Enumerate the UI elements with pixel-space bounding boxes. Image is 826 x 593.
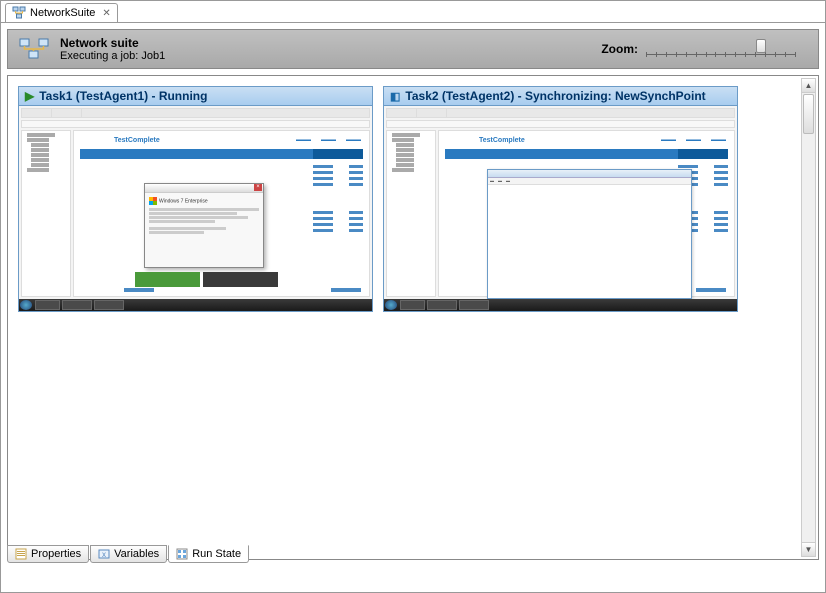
tab-label: Properties bbox=[31, 548, 81, 560]
thumbnail-dialog: × Windows 7 Enterprise bbox=[144, 183, 264, 268]
variables-icon: x bbox=[98, 548, 110, 560]
tab-label: Run State bbox=[192, 548, 241, 560]
networksuite-icon bbox=[12, 6, 26, 20]
tab-label: Variables bbox=[114, 548, 159, 560]
scroll-thumb[interactable] bbox=[803, 94, 814, 134]
bottom-tab-bar: Properties x Variables Run State bbox=[7, 545, 249, 563]
properties-icon bbox=[15, 548, 27, 560]
main-area: Network suite Executing a job: Job1 Zoom… bbox=[1, 23, 825, 563]
runstate-icon bbox=[176, 548, 188, 560]
task-title-text: Task1 (TestAgent1) - Running bbox=[39, 89, 207, 103]
content-area: ▶ Task1 (TestAgent1) - Running TestCompl… bbox=[7, 75, 819, 560]
tab-networksuite[interactable]: NetworkSuite ✕ bbox=[5, 3, 118, 22]
scroll-up-icon[interactable]: ▲ bbox=[802, 79, 815, 93]
task-thumbnail-1: TestComplete ▬▬▬▬▬▬▬▬▬ bbox=[19, 106, 372, 311]
task-title-1: ▶ Task1 (TestAgent1) - Running bbox=[19, 87, 372, 106]
zoom-control: Zoom: bbox=[601, 39, 796, 59]
task-thumbnail-2: TestComplete ▬▬▬▬▬▬▬▬▬ bbox=[384, 106, 737, 311]
task-panel-2[interactable]: ◧ Task2 (TestAgent2) - Synchronizing: Ne… bbox=[383, 86, 738, 312]
header-title: Network suite bbox=[60, 36, 165, 50]
document-tab-bar: NetworkSuite ✕ bbox=[1, 1, 825, 23]
svg-text:x: x bbox=[102, 550, 106, 559]
vertical-scrollbar[interactable]: ▲ ▼ bbox=[801, 78, 816, 557]
tab-variables[interactable]: x Variables bbox=[90, 545, 167, 563]
task-panel-1[interactable]: ▶ Task1 (TestAgent1) - Running TestCompl… bbox=[18, 86, 373, 312]
tab-properties[interactable]: Properties bbox=[7, 545, 89, 563]
tab-run-state[interactable]: Run State bbox=[168, 545, 249, 563]
scroll-down-icon[interactable]: ▼ bbox=[802, 542, 815, 556]
task-title-text: Task2 (TestAgent2) - Synchronizing: NewS… bbox=[405, 89, 705, 103]
tab-label: NetworkSuite bbox=[30, 7, 95, 19]
task-title-2: ◧ Task2 (TestAgent2) - Synchronizing: Ne… bbox=[384, 87, 737, 106]
running-icon: ▶ bbox=[25, 89, 34, 103]
network-suite-icon bbox=[18, 37, 50, 61]
header-text: Network suite Executing a job: Job1 bbox=[60, 36, 165, 62]
sync-icon: ◧ bbox=[390, 90, 400, 103]
close-icon[interactable]: ✕ bbox=[102, 8, 110, 19]
thumbnail-window: ▬▬▬ bbox=[487, 169, 692, 299]
zoom-label: Zoom: bbox=[601, 42, 638, 56]
header-subtitle: Executing a job: Job1 bbox=[60, 50, 165, 62]
zoom-slider[interactable] bbox=[646, 39, 796, 59]
slider-thumb[interactable] bbox=[756, 39, 766, 53]
header-panel: Network suite Executing a job: Job1 Zoom… bbox=[7, 29, 819, 69]
